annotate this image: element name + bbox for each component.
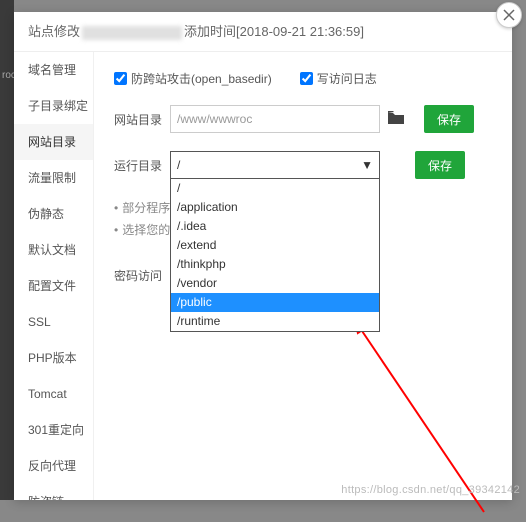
header-timestamp: [2018-09-21 21:36:59]: [236, 24, 364, 39]
sidebar-item-2[interactable]: 网站目录: [14, 124, 93, 160]
watermark: https://blog.csdn.net/qq_39342142: [341, 484, 520, 496]
site-dir-input[interactable]: [170, 105, 380, 133]
run-dir-save-button[interactable]: 保存: [415, 151, 465, 179]
password-label: 密码访问: [114, 267, 170, 284]
run-dir-dropdown: //application/.idea/extend/thinkphp/vend…: [170, 179, 380, 332]
run-dir-select[interactable]: / ▼: [170, 151, 380, 179]
header-suffix-label: 添加时间: [184, 24, 236, 39]
open-basedir-label: 防跨站攻击(open_basedir): [131, 70, 272, 87]
sidebar: 域名管理子目录绑定网站目录流量限制伪静态默认文档配置文件SSLPHP版本Tomc…: [14, 52, 94, 500]
header-blur: [82, 26, 182, 40]
dropdown-option[interactable]: /public: [171, 293, 379, 312]
sidebar-item-5[interactable]: 默认文档: [14, 232, 93, 268]
folder-icon[interactable]: [388, 111, 404, 127]
open-basedir-checkbox[interactable]: [114, 72, 127, 85]
dropdown-option[interactable]: /extend: [171, 236, 379, 255]
sidebar-item-12[interactable]: 防盗链: [14, 484, 93, 500]
dropdown-option[interactable]: /vendor: [171, 274, 379, 293]
sidebar-item-10[interactable]: 301重定向: [14, 412, 93, 448]
note-line1-prefix: 部分程序: [122, 201, 170, 215]
header-prefix: 站点修改: [28, 24, 80, 39]
dropdown-option[interactable]: /application: [171, 198, 379, 217]
sidebar-item-0[interactable]: 域名管理: [14, 52, 93, 88]
dropdown-option[interactable]: /runtime: [171, 312, 379, 331]
modal-header: 站点修改 添加时间[2018-09-21 21:36:59]: [14, 12, 512, 52]
dropdown-option[interactable]: /: [171, 179, 379, 198]
access-log-checkbox[interactable]: [300, 72, 313, 85]
sidebar-item-3[interactable]: 流量限制: [14, 160, 93, 196]
site-dir-save-button[interactable]: 保存: [424, 105, 474, 133]
dropdown-option[interactable]: /.idea: [171, 217, 379, 236]
site-settings-modal: 站点修改添加时间[2018-09-21 21:36:59] 域名管理子目录绑定网…: [14, 12, 512, 500]
sidebar-item-8[interactable]: PHP版本: [14, 340, 93, 376]
sidebar-item-11[interactable]: 反向代理: [14, 448, 93, 484]
run-dir-label: 运行目录: [114, 157, 170, 174]
content-panel: 防跨站攻击(open_basedir) 写访问日志 网站目录 保存 运行目录 /…: [94, 52, 512, 500]
sidebar-item-1[interactable]: 子目录绑定: [14, 88, 93, 124]
site-dir-label: 网站目录: [114, 111, 170, 128]
sidebar-item-7[interactable]: SSL: [14, 304, 93, 340]
note-line2: 选择您的: [122, 223, 170, 237]
sidebar-item-6[interactable]: 配置文件: [14, 268, 93, 304]
access-log-label: 写访问日志: [317, 70, 377, 87]
dropdown-option[interactable]: /thinkphp: [171, 255, 379, 274]
run-dir-selected-value: /: [177, 152, 180, 178]
chevron-down-icon: ▼: [361, 152, 373, 178]
sidebar-item-9[interactable]: Tomcat: [14, 376, 93, 412]
sidebar-item-4[interactable]: 伪静态: [14, 196, 93, 232]
